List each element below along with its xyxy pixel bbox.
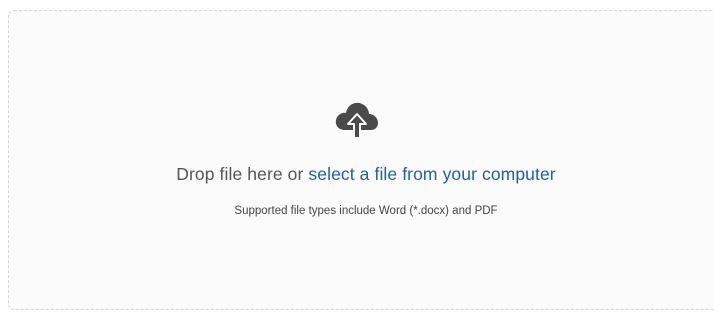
select-file-link[interactable]: select a file from your computer	[308, 164, 555, 184]
page: Drop file here or select a file from you…	[0, 0, 714, 314]
file-drop-zone[interactable]	[8, 10, 714, 310]
